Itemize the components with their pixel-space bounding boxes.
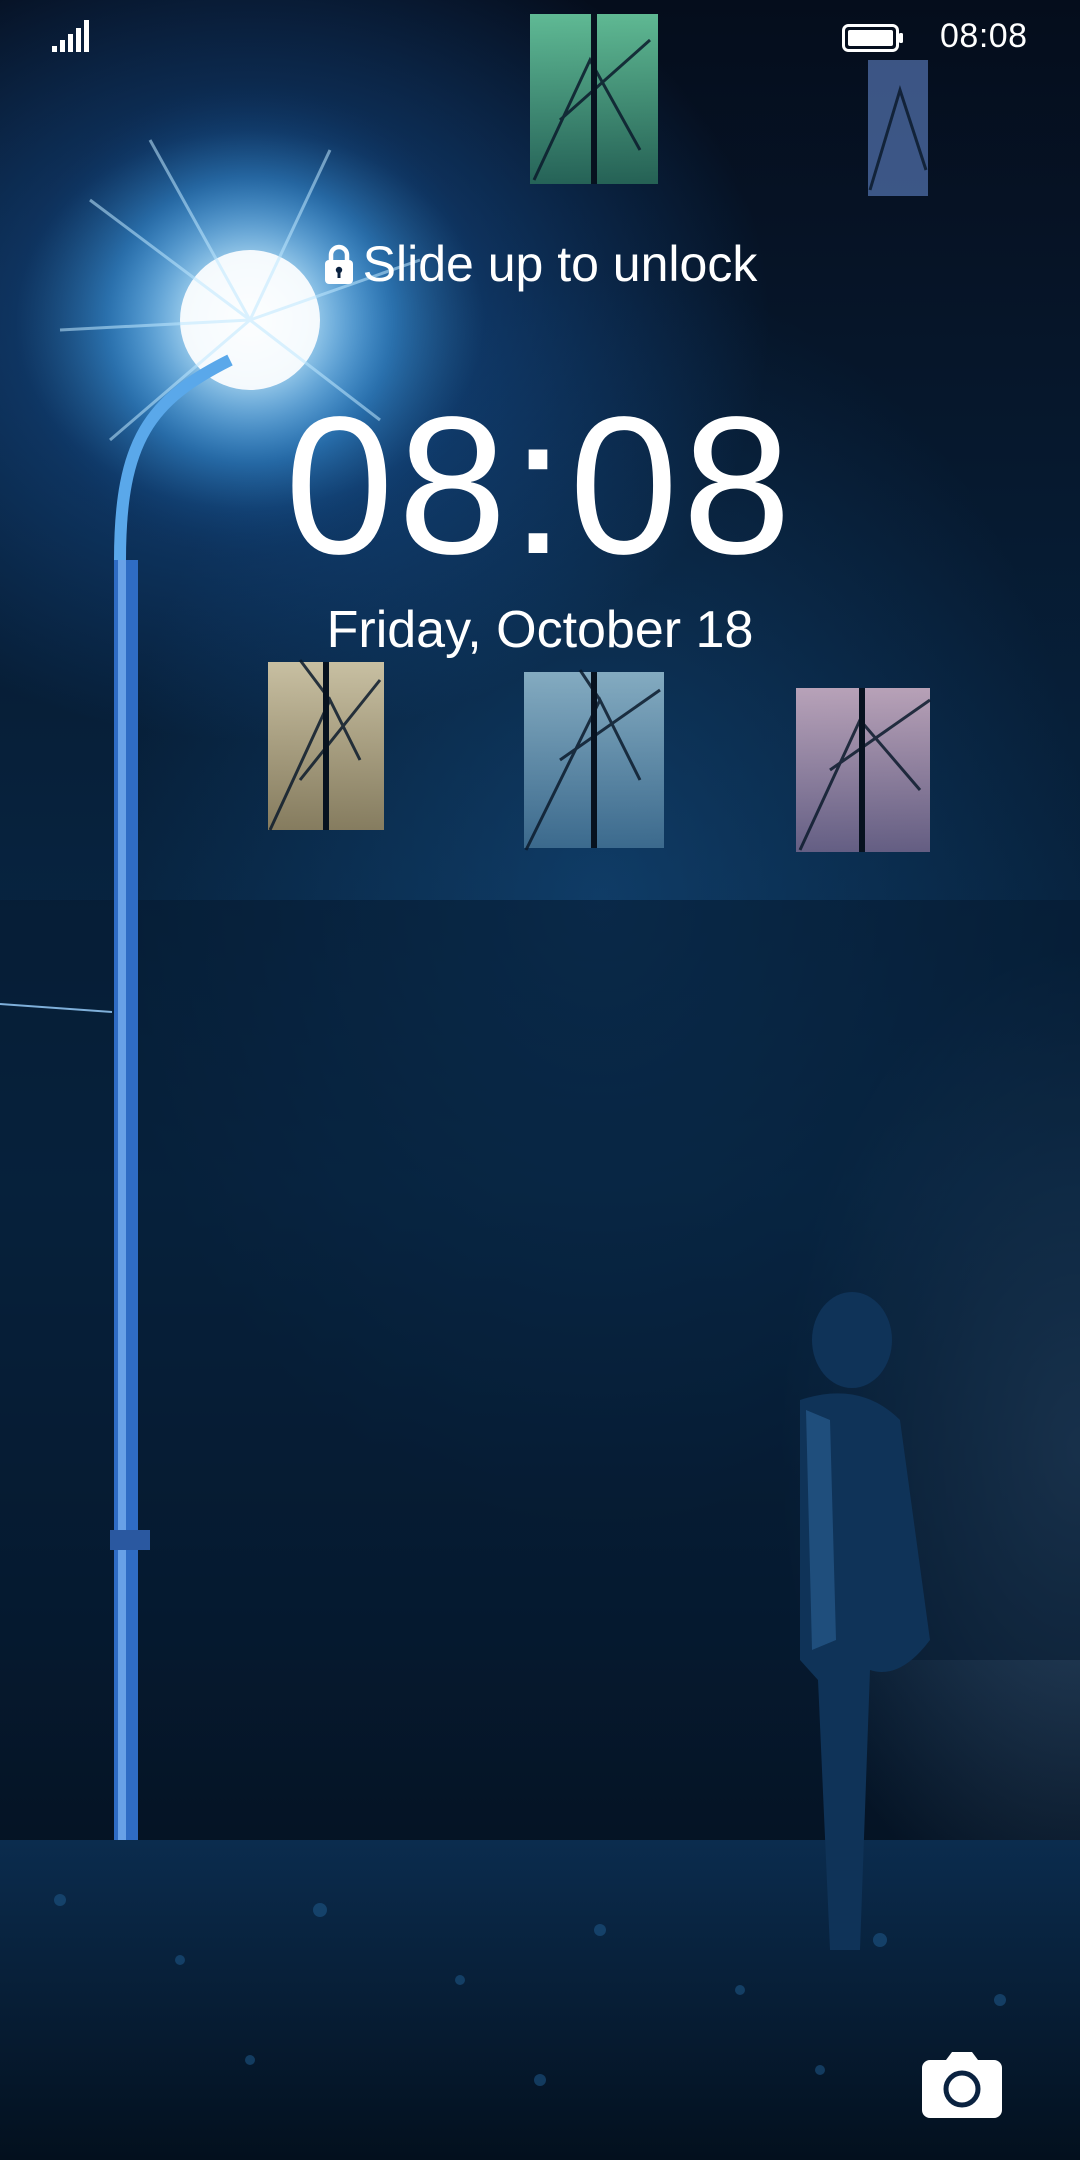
lock-screen-date: Friday, October 18 [326,601,754,659]
camera-icon[interactable] [922,2052,1002,2118]
wallpaper-image [0,0,1080,2160]
cellular-signal-icon [52,20,89,52]
unlock-hint-text: Slide up to unlock [362,236,758,292]
status-bar-time: 08:08 [940,17,1028,55]
status-bar: 08:08 [0,0,1080,72]
unlock-hint: Slide up to unlock [0,236,1080,292]
lock-screen[interactable]: 08:08 Slide up to unlock 08:08 Friday, O… [0,0,1080,2160]
lock-icon [324,244,353,284]
battery-full-icon [842,24,903,52]
wallpaper-scene [0,14,1080,2160]
lock-screen-clock: 08:08 [284,376,796,595]
